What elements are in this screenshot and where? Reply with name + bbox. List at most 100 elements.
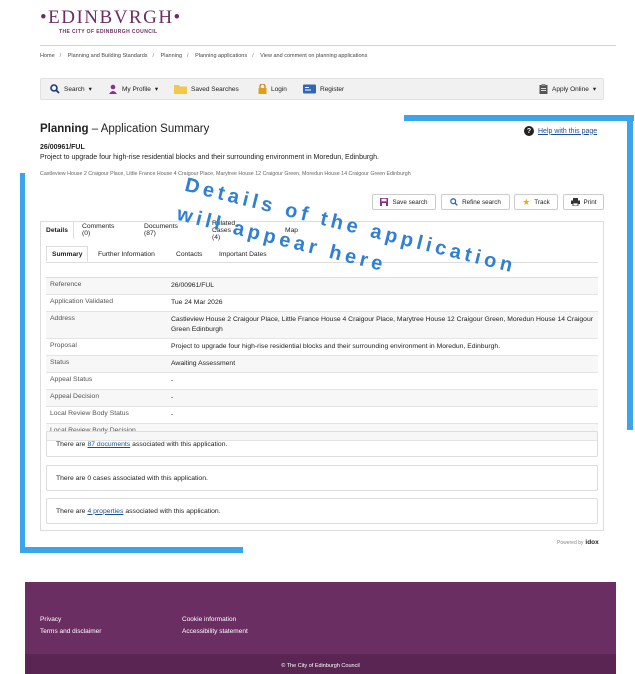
track-button[interactable]: ★ Track	[514, 194, 558, 210]
breadcrumb-current: View and comment on planning application…	[260, 53, 368, 59]
saved-searches-link[interactable]: Saved Searches	[174, 79, 239, 99]
assoc-text: associated with this application.	[132, 440, 228, 448]
breadcrumb: Home / Planning and Building Standards / P…	[40, 53, 368, 59]
padlock-icon	[258, 84, 267, 94]
footer-copyright: © The City of Edinburgh Council	[281, 663, 360, 669]
help-link[interactable]: ? Help with this page	[524, 126, 597, 136]
table-row: Status Awaiting Assessment	[46, 356, 598, 373]
row-label: Reference	[50, 281, 82, 288]
row-label: Status	[50, 359, 70, 366]
login-label: Login	[271, 85, 287, 93]
table-row: Proposal Project to upgrade four high-ris…	[46, 339, 598, 356]
chevron-down-icon: ▾	[88, 86, 92, 93]
logo-subtitle: THE CITY OF EDINBURGH COUNCIL	[59, 29, 158, 35]
assoc-text: There are	[56, 507, 86, 515]
printer-icon	[570, 198, 580, 206]
register-label: Register	[320, 85, 345, 93]
breadcrumb-planning-building[interactable]: Planning and Building Standards	[68, 53, 148, 59]
associated-cases-box: There are 0 cases associated with this a…	[46, 465, 598, 491]
login-link[interactable]: Login	[258, 79, 287, 99]
save-search-button[interactable]: Save search	[372, 194, 436, 210]
row-label: Local Review Body Status	[50, 410, 129, 417]
row-value: -	[171, 377, 174, 384]
row-value: Castleview House 2 Craigour Place, Littl…	[171, 316, 593, 333]
row-label: Appeal Status	[50, 376, 93, 383]
application-reference: 26/00961/FUL	[40, 144, 85, 151]
decorative-blue-bar-bottom	[20, 547, 243, 553]
saved-searches-label: Saved Searches	[191, 85, 239, 93]
search-icon	[450, 198, 458, 206]
star-icon: ★	[522, 196, 531, 207]
row-value: Project to upgrade four high-rise reside…	[171, 343, 501, 350]
idox-logo: idox	[585, 539, 599, 546]
question-icon: ?	[524, 126, 534, 136]
assoc-text: associated with this application.	[125, 507, 221, 515]
row-value: -	[171, 411, 174, 418]
row-value: Awaiting Assessment	[171, 360, 236, 367]
assoc-text: There are 0 cases associated with this a…	[56, 474, 208, 482]
subtab-contacts[interactable]: Contacts	[176, 246, 202, 262]
page-title: Planning – Application Summary	[40, 123, 210, 135]
footer-terms-link[interactable]: Terms and disclaimer	[40, 628, 101, 635]
header-divider	[40, 45, 616, 46]
row-value: Tue 24 Mar 2026	[171, 299, 223, 306]
footer-accessibility-link[interactable]: Accessibility statement	[182, 628, 248, 635]
footer-privacy-link[interactable]: Privacy	[40, 616, 61, 623]
track-label: Track	[534, 198, 550, 206]
search-menu[interactable]: Search ▾	[50, 79, 92, 99]
profile-menu[interactable]: My Profile ▾	[108, 79, 158, 99]
footer-bottom-bar: © The City of Edinburgh Council	[25, 654, 616, 674]
save-search-label: Save search	[392, 198, 428, 206]
logo-wordmark: •EDINBVRGH•	[40, 7, 182, 28]
print-button[interactable]: Print	[563, 194, 604, 210]
save-icon	[380, 198, 389, 206]
profile-menu-label: My Profile	[122, 85, 151, 93]
table-row: Reference 26/00961/FUL	[46, 278, 598, 295]
decorative-blue-bar-top	[404, 115, 634, 121]
powered-by: Powered by idox	[557, 539, 599, 546]
row-value: 26/00961/FUL	[171, 282, 215, 289]
footer-cookie-link[interactable]: Cookie information	[182, 616, 236, 623]
documents-link[interactable]: 87 documents	[87, 441, 130, 448]
table-row: Appeal Decision -	[46, 390, 598, 407]
associated-documents-box: There are 87 documents associated with t…	[46, 431, 598, 457]
refine-search-button[interactable]: Refine search	[441, 194, 510, 210]
main-menu-bar: Search ▾ My Profile ▾ Saved Searches Login…	[40, 78, 604, 100]
tab-documents[interactable]: Documents (87)	[144, 221, 178, 239]
row-label: Appeal Decision	[50, 393, 100, 400]
subtab-further-information[interactable]: Further Information	[98, 246, 155, 262]
council-logo[interactable]: •EDINBVRGH• THE CITY OF EDINBURGH COUNCI…	[40, 7, 182, 36]
decorative-blue-bar-left	[20, 173, 25, 553]
table-row: Appeal Status -	[46, 373, 598, 390]
print-label: Print	[583, 198, 597, 206]
application-address: Castleview House 2 Craigour Place, Littl…	[40, 171, 411, 177]
table-row: Local Review Body Status -	[46, 407, 598, 424]
chevron-down-icon: ▾	[592, 86, 597, 93]
tab-details[interactable]: Details	[40, 221, 74, 239]
help-link-label: Help with this page	[538, 127, 598, 135]
associated-properties-box: There are 4 properties associated with t…	[46, 498, 598, 524]
breadcrumb-planning-applications[interactable]: Planning applications	[195, 53, 247, 59]
register-icon	[303, 84, 316, 94]
table-row: Application Validated Tue 24 Mar 2026	[46, 295, 598, 312]
apply-online-label: Apply Online	[552, 85, 589, 93]
decorative-blue-bar-right	[627, 115, 633, 430]
search-icon	[50, 84, 60, 94]
apply-online-menu[interactable]: Apply Online ▾	[539, 79, 596, 99]
row-label: Proposal	[50, 342, 77, 349]
row-label: Application Validated	[50, 298, 113, 305]
refine-search-label: Refine search	[462, 198, 501, 206]
properties-link[interactable]: 4 properties	[87, 508, 123, 515]
breadcrumb-home[interactable]: Home	[40, 53, 55, 59]
register-link[interactable]: Register	[303, 79, 344, 99]
table-row: Address Castleview House 2 Craigour Place…	[46, 312, 598, 339]
search-menu-label: Search	[64, 85, 85, 93]
row-value: -	[171, 394, 174, 401]
application-description: Project to upgrade four high-rise reside…	[40, 154, 379, 161]
row-label: Address	[50, 315, 75, 322]
tab-comments[interactable]: Comments (0)	[82, 221, 114, 239]
subtab-summary[interactable]: Summary	[46, 246, 89, 262]
breadcrumb-planning[interactable]: Planning	[161, 53, 182, 59]
subtab-important-dates[interactable]: Important Dates	[219, 246, 267, 262]
folder-icon	[174, 85, 187, 94]
